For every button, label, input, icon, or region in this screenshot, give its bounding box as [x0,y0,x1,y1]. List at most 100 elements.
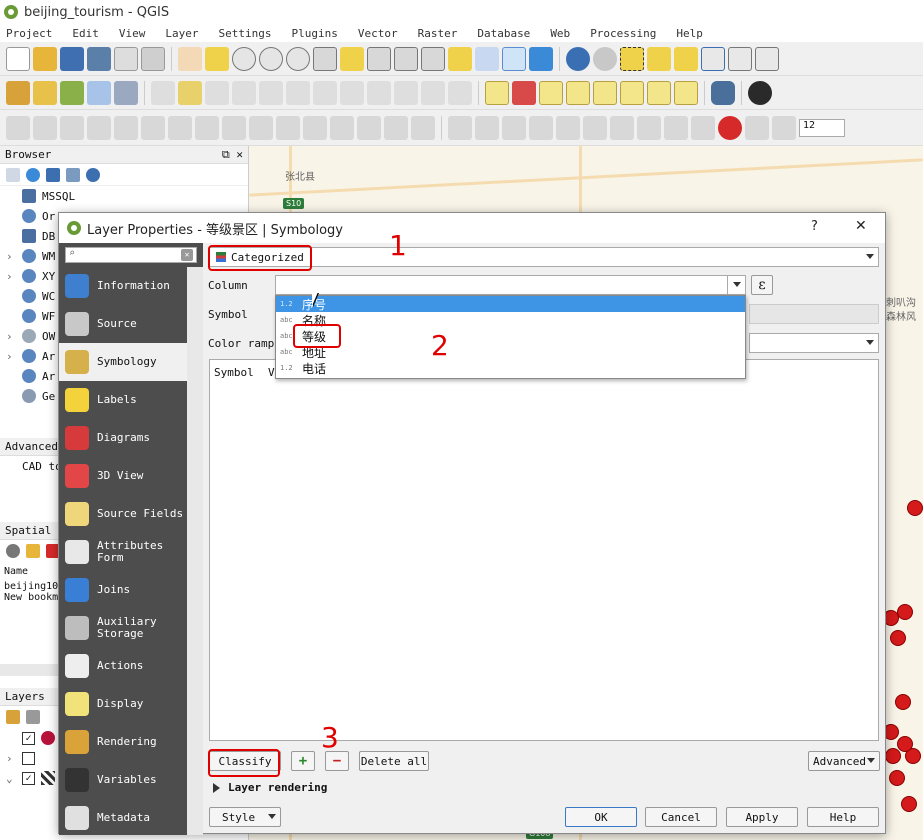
sidebar-item-information[interactable]: Information [59,267,187,305]
snapping-tolerance-field[interactable]: 12 [799,118,845,137]
polygon-icon[interactable] [556,115,580,140]
sidebar-item-rendering[interactable]: Rendering [59,723,187,761]
dropdown-item-mingcheng[interactable]: abc 名称 [276,312,745,328]
shape-digitize-icon[interactable] [448,115,472,140]
layer-rendering-section[interactable]: Layer rendering [213,781,327,794]
rotate-symbols-icon[interactable] [411,115,435,140]
advanced-digitize-icon[interactable] [6,115,30,140]
topology-icon[interactable] [691,115,715,140]
offset-curve-icon[interactable] [276,115,300,140]
sidebar-item-source[interactable]: Source [59,305,187,343]
plugin-icon[interactable] [748,80,772,105]
dropdown-item-dizhi[interactable]: abc 地址 [276,344,745,360]
cut-features-icon[interactable] [340,80,364,105]
select-by-value-icon[interactable] [647,46,671,71]
toggle-editing-icon[interactable] [178,80,202,105]
delete-selected-icon[interactable] [313,80,337,105]
save-edits-icon[interactable] [205,80,229,105]
new-spatialite-icon[interactable] [87,80,111,105]
new-geopackage-icon[interactable] [33,80,57,105]
menu-processing[interactable]: Processing [590,27,656,40]
data-source-manager-icon[interactable] [6,80,30,105]
merge-attributes-icon[interactable] [384,115,408,140]
show-bookmarks-icon[interactable] [475,46,499,71]
highlight-pinned-icon[interactable] [566,80,590,105]
expression-button[interactable]: ε [751,275,773,295]
browser-refresh-icon[interactable] [26,167,40,182]
rotate-label-icon[interactable] [647,80,671,105]
clear-search-icon[interactable]: ✕ [181,249,193,261]
database-icon[interactable] [711,80,735,105]
save-as-icon[interactable] [87,46,111,71]
style-button[interactable]: Style [209,807,281,827]
zoom-in-icon[interactable] [232,46,256,71]
label-tool-icon[interactable] [485,80,509,105]
zoom-next-icon[interactable] [421,46,445,71]
map-poi-point[interactable] [907,500,923,516]
map-poi-point[interactable] [889,770,905,786]
current-edits-icon[interactable] [151,80,175,105]
move-feature-icon[interactable] [33,115,57,140]
menu-web[interactable]: Web [550,27,570,40]
sidebar-item-metadata[interactable]: Metadata [59,799,187,837]
column-select[interactable] [275,275,746,295]
dropdown-item-dengji[interactable]: abc 等级 [276,328,745,344]
style-brush-icon[interactable] [6,710,20,724]
menu-vector[interactable]: Vector [358,27,398,40]
vertex-tool-icon[interactable] [259,80,283,105]
delete-part-icon[interactable] [222,115,246,140]
split-features-icon[interactable] [303,115,327,140]
fill-ring-icon[interactable] [168,115,192,140]
dropdown-item-dianhua[interactable]: 1.2 电话 [276,360,745,376]
layer-checkbox[interactable]: ✓ [22,731,35,745]
snapping-grid-icon[interactable] [772,115,796,140]
refresh-icon[interactable] [529,46,553,71]
dialog-help-icon[interactable]: ? [811,219,818,234]
properties-info-icon[interactable] [86,167,100,182]
diagram-tool-icon[interactable] [512,80,536,105]
sidebar-item-display[interactable]: Display [59,685,187,723]
sidebar-item-diagrams[interactable]: Diagrams [59,419,187,457]
print-layout-icon[interactable] [114,46,138,71]
color-ramp-select[interactable] [749,333,879,353]
pan-hand-icon[interactable] [178,46,202,71]
sidebar-item-attributes-form[interactable]: Attributes Form [59,533,187,571]
copy-features-icon[interactable] [367,80,391,105]
map-poi-point[interactable] [897,736,913,752]
cancel-button[interactable]: Cancel [645,807,717,827]
pin-labels-icon[interactable] [539,80,563,105]
ellipse-icon[interactable] [502,115,526,140]
add-group-icon[interactable] [26,710,40,724]
menu-plugins[interactable]: Plugins [291,27,337,40]
menu-edit[interactable]: Edit [72,27,99,40]
circular-string-icon[interactable] [610,115,634,140]
run-action-icon[interactable] [593,46,617,71]
new-bookmark-icon[interactable] [448,46,472,71]
menu-raster[interactable]: Raster [418,27,458,40]
zoom-last-icon[interactable] [394,46,418,71]
new-project-icon[interactable] [6,46,30,71]
sidebar-item-actions[interactable]: Actions [59,647,187,685]
split-parts-icon[interactable] [330,115,354,140]
categories-table[interactable]: Symbol V [209,359,879,741]
sidebar-item-source-fields[interactable]: Source Fields [59,495,187,533]
zoom-native-icon[interactable] [286,46,310,71]
save-project-icon[interactable] [60,46,84,71]
menu-view[interactable]: View [119,27,146,40]
sidebar-item-variables[interactable]: Variables [59,761,187,799]
identify-icon[interactable] [566,46,590,71]
menu-help[interactable]: Help [676,27,703,40]
layer-checkbox[interactable]: ✓ [22,771,35,785]
map-poi-point[interactable] [885,748,901,764]
attribute-table-icon[interactable] [701,46,725,71]
snapping-icon[interactable] [664,115,688,140]
temporal-controller-icon[interactable] [502,46,526,71]
circle-icon[interactable] [475,115,499,140]
sidebar-item-auxiliary-storage[interactable]: Auxiliary Storage [59,609,187,647]
collapse-all-icon[interactable] [66,167,80,182]
sidebar-item-3d-view[interactable]: 3D View [59,457,187,495]
zoom-selection-icon[interactable] [340,46,364,71]
paste-features-icon[interactable] [394,80,418,105]
sidebar-item-symbology[interactable]: Symbology [59,343,187,381]
deselect-icon[interactable] [674,46,698,71]
